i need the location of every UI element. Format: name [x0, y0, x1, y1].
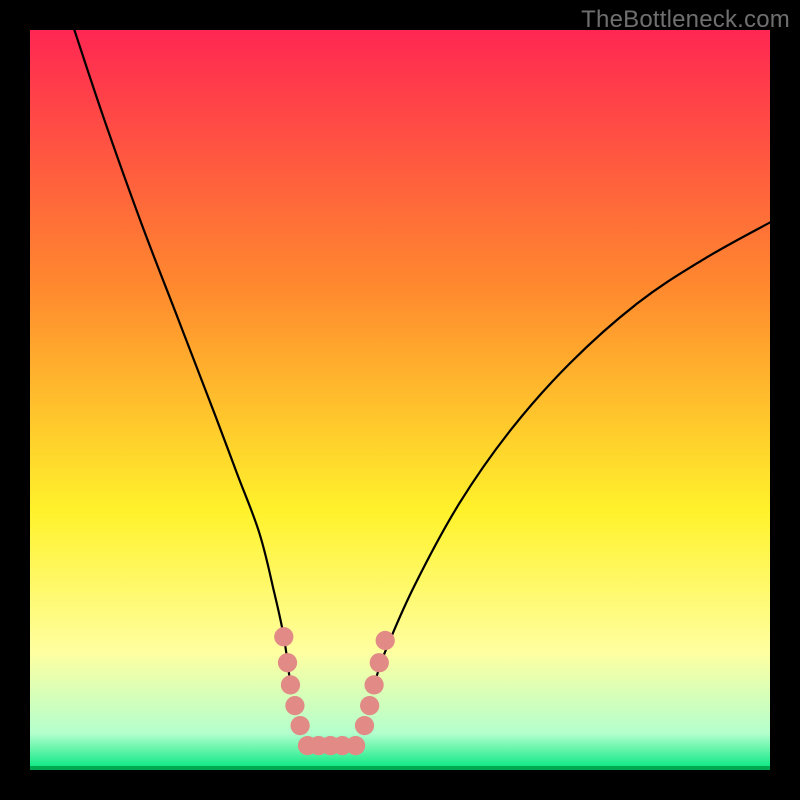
- chart-plot: [30, 30, 770, 770]
- data-marker: [281, 675, 300, 694]
- data-marker: [274, 627, 293, 646]
- gradient-background: [30, 30, 770, 770]
- data-marker: [278, 653, 297, 672]
- chart-frame: TheBottleneck.com: [0, 0, 800, 800]
- data-marker: [364, 675, 383, 694]
- data-marker: [290, 716, 309, 735]
- data-marker: [376, 631, 395, 650]
- bottom-green-stripe: [30, 766, 770, 770]
- data-marker: [355, 716, 374, 735]
- data-marker: [370, 653, 389, 672]
- data-marker: [346, 736, 365, 755]
- data-marker: [285, 696, 304, 715]
- data-marker: [360, 696, 379, 715]
